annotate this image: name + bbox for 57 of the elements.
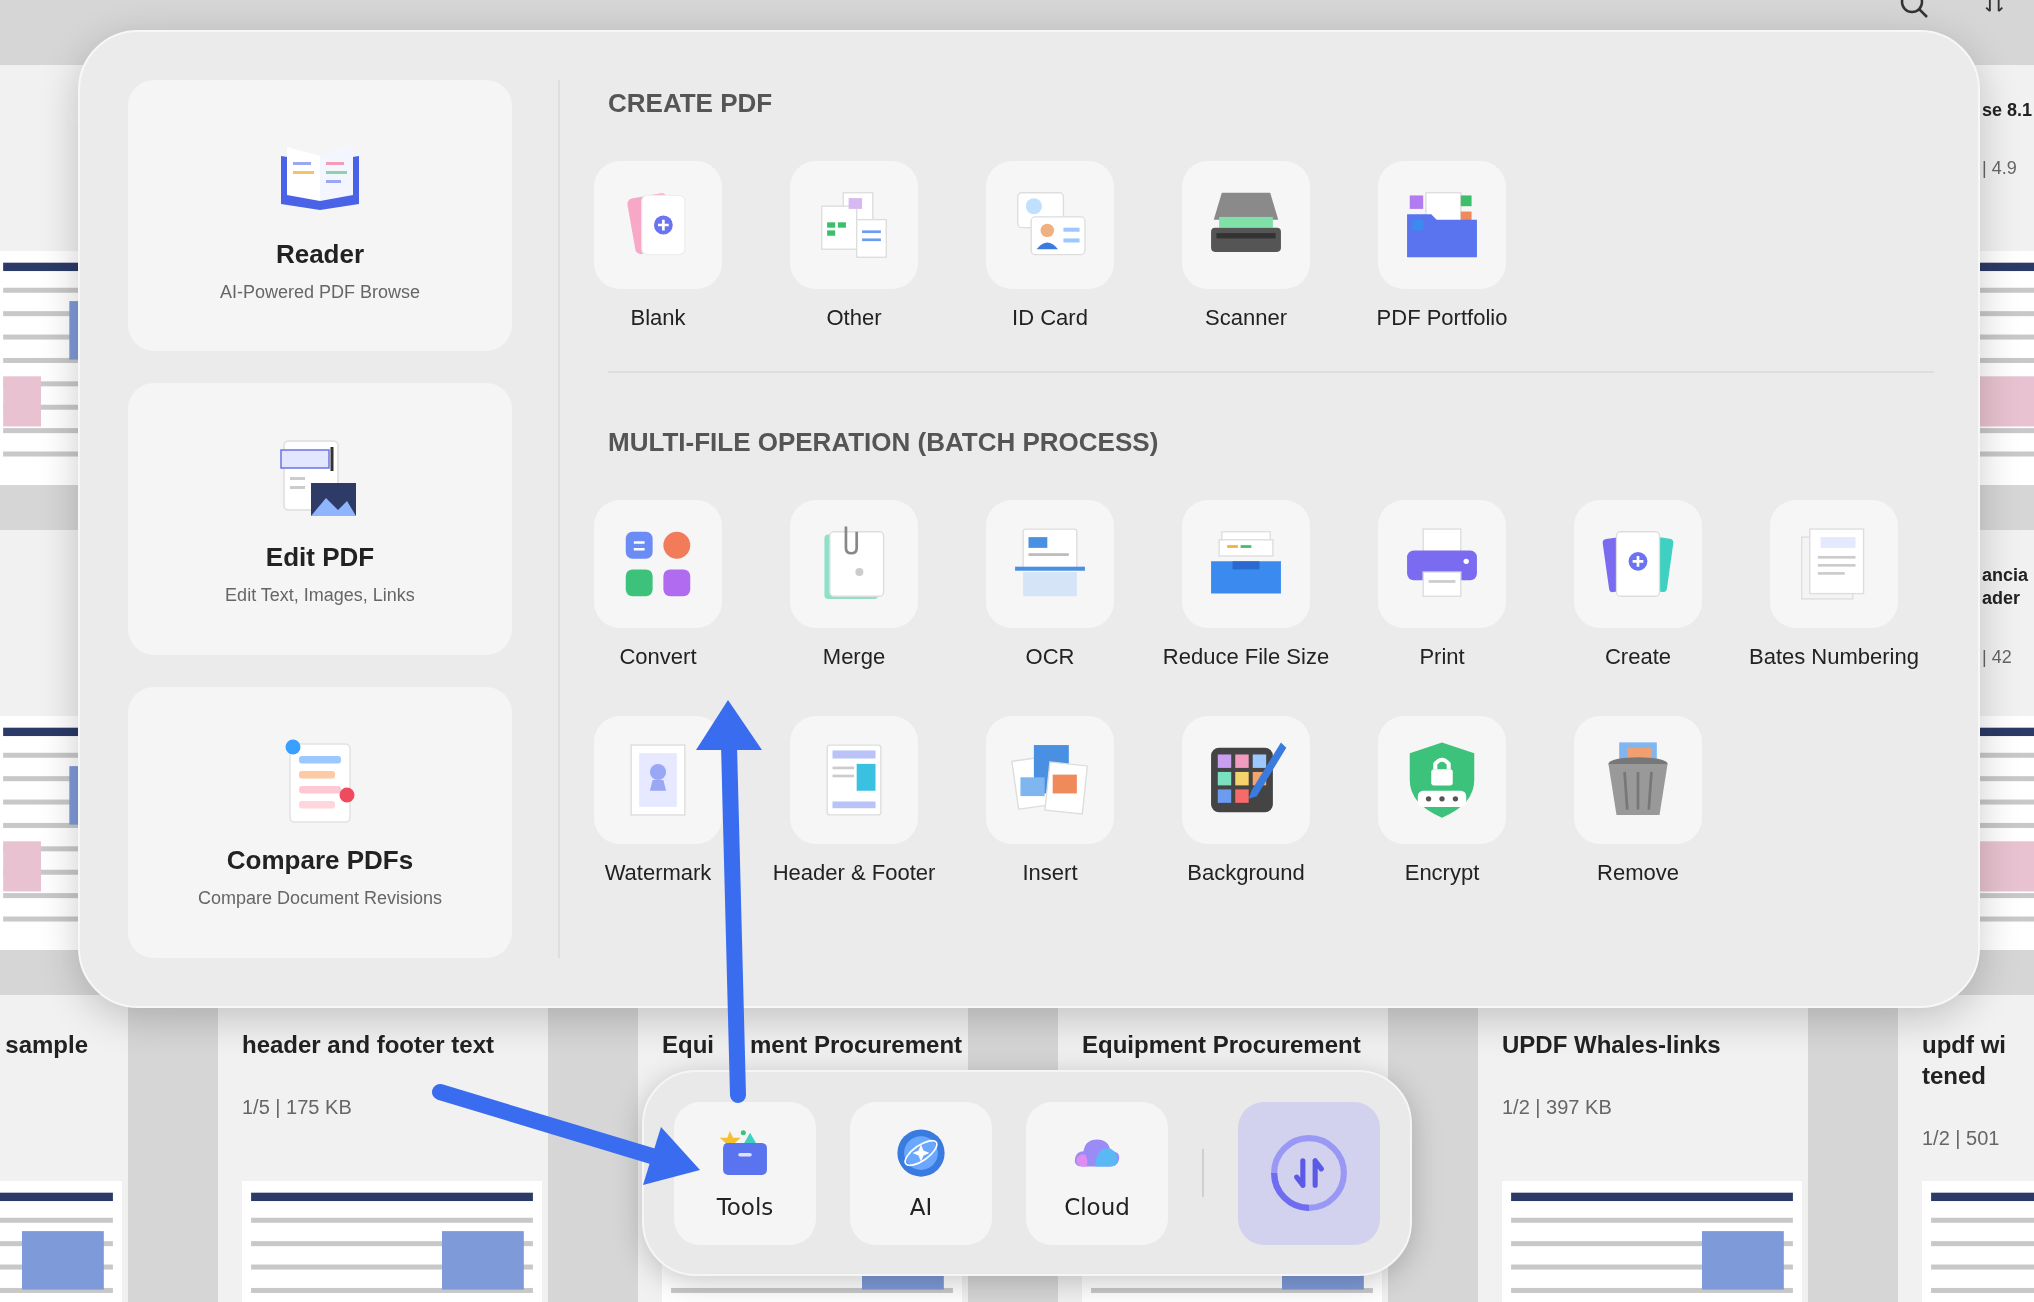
tool-button[interactable]: [1574, 716, 1702, 844]
file-title: ancia ader: [1982, 564, 2029, 611]
file-title: Equi ment Procurement: [662, 1030, 963, 1060]
mode-title: Edit PDF: [265, 542, 375, 573]
file-title: sample: [5, 1030, 88, 1060]
file-title: header and footer text: [242, 1030, 495, 1060]
tool-button[interactable]: [1378, 161, 1506, 289]
tool-button[interactable]: [1182, 161, 1310, 289]
tool-label: Merge: [822, 644, 886, 670]
tool-label: Background: [1187, 860, 1305, 886]
section-title: MULTI-FILE OPERATION (BATCH PROCESS): [608, 427, 1160, 458]
sync-button[interactable]: [1238, 1101, 1380, 1245]
dock-button[interactable]: AI: [850, 1101, 992, 1245]
dock-button[interactable]: Cloud: [1026, 1101, 1168, 1245]
tool-button[interactable]: [1574, 500, 1702, 628]
file-meta: 1/2 | 501: [1922, 1127, 2001, 1151]
file-title: UPDF Whales-links: [1502, 1030, 1721, 1060]
tool-label: PDF Portfolio: [1376, 305, 1508, 331]
tool-label: Encrypt: [1404, 860, 1480, 886]
tool-label: Scanner: [1205, 305, 1287, 331]
file-card[interactable]: updf wi tened 1/2 | 501: [1898, 995, 2034, 1302]
mode-subtitle: AI-Powered PDF Browse: [219, 281, 421, 303]
file-title: Equipment Procurement: [1082, 1030, 1361, 1060]
tool-label: Header & Footer: [772, 860, 936, 886]
file-title: updf wi tened: [1922, 1030, 2006, 1092]
file-card[interactable]: sample: [0, 995, 128, 1302]
mode-card[interactable]: Edit PDF Edit Text, Images, Links: [128, 383, 512, 655]
tool-button[interactable]: [1378, 500, 1506, 628]
mode-title: Compare PDFs: [226, 845, 414, 877]
tool-button[interactable]: [594, 716, 722, 844]
tool-label: Create: [1604, 644, 1671, 670]
ai-orb-icon: [894, 1126, 948, 1180]
tool-label: Insert: [1022, 860, 1078, 886]
tool-label: Remove: [1597, 860, 1679, 886]
mode-card[interactable]: Reader AI-Powered PDF Browse: [128, 80, 512, 352]
tool-label: ID Card: [1012, 305, 1088, 331]
tool-label: Convert: [619, 644, 697, 670]
sync-icon: [1268, 1132, 1350, 1214]
tool-label: Print: [1419, 644, 1465, 670]
tool-label: Reduce File Size: [1162, 644, 1330, 670]
file-meta: 1/2 | 397 KB: [1502, 1096, 1613, 1120]
mode-subtitle: Compare Document Revisions: [197, 888, 443, 910]
file-meta: | 42: [1982, 646, 2013, 668]
tool-label: OCR: [1025, 644, 1075, 670]
file-meta: | 4.9: [1982, 158, 2018, 180]
mode-subtitle: Edit Text, Images, Links: [225, 585, 415, 606]
tool-button[interactable]: [1182, 716, 1310, 844]
dock-button[interactable]: Tools: [674, 1101, 816, 1245]
section-title: CREATE PDF: [608, 88, 774, 119]
tool-label: Bates Numbering: [1749, 644, 1919, 670]
mode-title: Reader: [275, 238, 365, 270]
mode-card[interactable]: Compare PDFs Compare Document Revisions: [128, 686, 512, 958]
file-meta: 1/5 | 175 KB: [242, 1096, 353, 1120]
tool-label: Blank: [630, 305, 686, 331]
tool-label: Watermark: [604, 860, 712, 886]
tool-label: Other: [826, 305, 882, 331]
file-title: se 8.1: [1982, 99, 2033, 122]
